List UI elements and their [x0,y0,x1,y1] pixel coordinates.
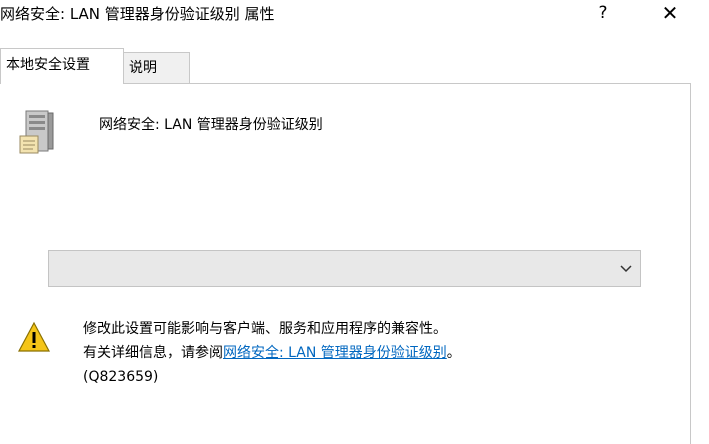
warning-line-2-suffix: 。 [446,345,461,361]
close-button[interactable]: ✕ [655,0,685,28]
tab-explain[interactable]: 说明 [124,52,190,84]
help-link[interactable]: 网络安全: LAN 管理器身份验证级别 [223,345,447,361]
tab-local-security-setting[interactable]: 本地安全设置 [0,48,124,84]
policy-name: 网络安全: LAN 管理器身份验证级别 [99,117,323,133]
authentication-level-dropdown[interactable] [48,250,641,287]
chevron-down-icon [618,261,634,281]
server-icon [14,108,62,160]
kb-reference: (Q823659) [83,369,159,385]
title-bar: 网络安全: LAN 管理器身份验证级别 属性 ? ✕ [0,0,709,32]
compatibility-warning: 修改此设置可能影响与客户端、服务和应用程序的兼容性。 有关详细信息，请参阅网络安… [83,317,461,389]
warning-line-2-prefix: 有关详细信息，请参阅 [83,345,223,361]
warning-line-1: 修改此设置可能影响与客户端、服务和应用程序的兼容性。 [83,321,447,337]
warning-line-2: 有关详细信息，请参阅网络安全: LAN 管理器身份验证级别。 [83,341,461,365]
warning-icon [17,321,51,357]
window-title: 网络安全: LAN 管理器身份验证级别 属性 [0,5,275,23]
help-button[interactable]: ? [588,0,618,28]
